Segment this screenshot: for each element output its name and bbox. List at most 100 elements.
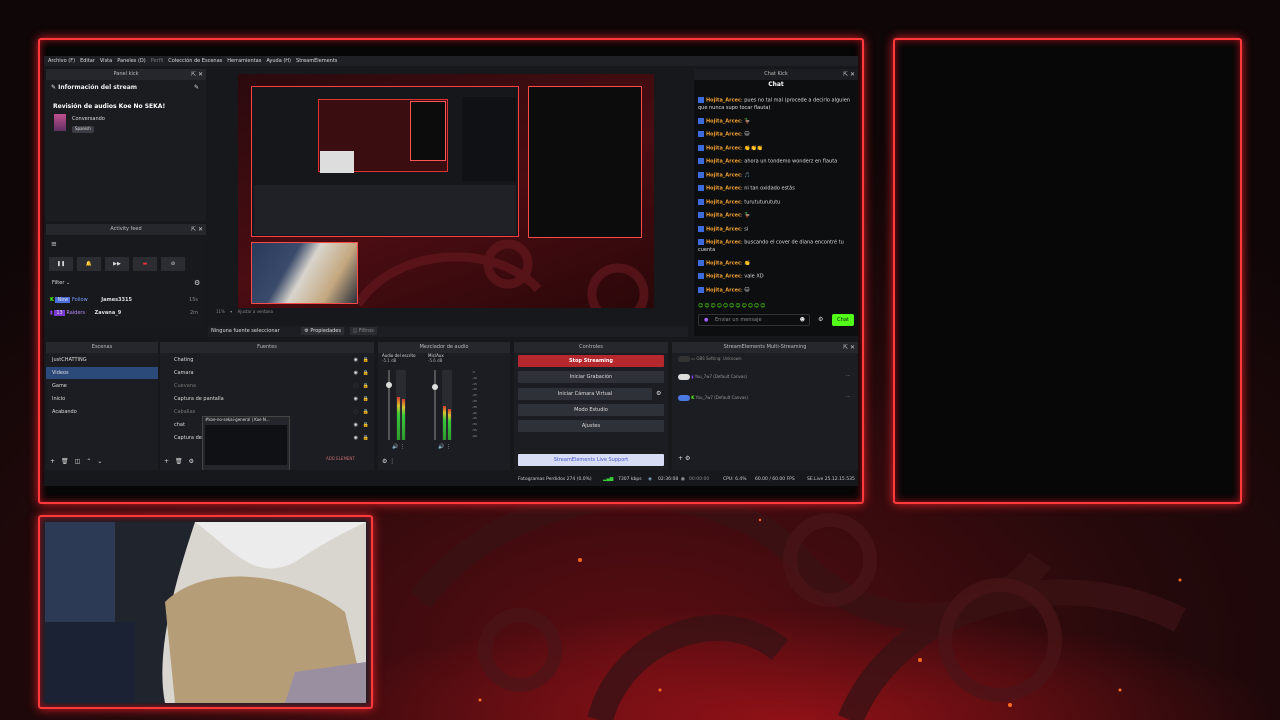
edit-icon[interactable]: ✎ [194,84,199,91]
lock-icon[interactable]: 🔒 [363,354,369,366]
right-empty-frame [893,38,1242,504]
stop-streaming-button[interactable]: Stop Streaming [518,355,664,367]
source-item[interactable]: Captura de pantalla ◉ 🔒 [160,393,374,405]
source-item[interactable]: Camara ◉ 🔒 [160,367,374,379]
scene-item[interactable]: Inicio [46,393,158,405]
chat-send-button[interactable]: Chat [832,314,854,326]
visibility-icon[interactable]: ◉ [354,419,358,431]
lock-icon[interactable]: 🔒 [363,419,369,431]
preview-canvas[interactable] [238,74,654,308]
meter-fill-right [402,399,405,440]
audio-mixer-title: Mezclador de audio [378,342,510,353]
chat-settings-icon[interactable]: ⚙ [818,316,823,323]
speaker-icon[interactable]: 🔊 ⋮ [392,444,405,450]
block-icon[interactable]: ⊘ [161,257,185,271]
panel-kick: Panel kick ⇱ ✕ ✎ Información del stream ✎… [46,69,206,221]
menu-streamelements[interactable]: StreamElements [296,56,337,66]
menu-editar[interactable]: Editar [80,56,95,66]
toggle-off[interactable] [678,374,690,380]
toggle-off[interactable] [678,356,690,362]
lock-icon[interactable]: 🔒 [363,406,369,418]
menu-paneles[interactable]: Paneles (D) [117,56,146,66]
activity-close-icon[interactable]: ⇱ ✕ [191,224,203,235]
visibility-icon[interactable]: ◉ [354,393,358,405]
filter-dropdown[interactable]: Filter ⌄ [52,280,70,286]
live-indicator-icon: ◉ [648,477,652,482]
move-up-icon[interactable]: ⌃ [86,458,91,465]
add-element-button[interactable]: ADD ELEMENT [326,456,355,461]
audio-settings-icon[interactable]: ⚙ ⋮ [382,458,395,465]
popup-title: #koe-no-sekai-general | Koe N... [205,417,270,422]
meter-scale: -5 -10 -15 -20 -25 -30 -35 -40 -45 -50 -55 -60 [472,370,486,440]
source-item[interactable]: Cuevana ◌ 🔒 [160,380,374,392]
properties-button[interactable]: ⚙ Propiedades [301,327,344,335]
mic-icon[interactable]: ● [704,315,708,326]
output-settings-icon[interactable]: ⚙ [685,455,690,462]
chat-message: Hojita_Arcec: ni tan oxidado estás [698,185,854,193]
meter-fill-left [443,406,446,440]
filters-button[interactable]: ◫ Filtros [349,327,377,335]
scene-item[interactable]: Acabando [46,406,158,418]
source-item[interactable]: Chating ◉ 🔒 [160,354,374,366]
visibility-icon[interactable]: ◌ [354,406,358,418]
pause-icon[interactable]: ❚❚ [49,257,73,271]
menu-vista[interactable]: Vista [100,56,112,66]
settings-gear-icon[interactable]: ⚙ [194,279,200,287]
visibility-icon[interactable]: ◉ [354,367,358,379]
menu-herramientas[interactable]: Herramientas [227,56,261,66]
live-support-button[interactable]: StreamElements Live Support [518,454,664,466]
lock-icon[interactable]: 🔒 [363,367,369,379]
scene-item[interactable]: Game [46,380,158,392]
bell-icon[interactable]: 🔔 [77,257,101,271]
add-source-icon[interactable]: + [164,458,169,465]
remove-source-icon[interactable]: 🗑 [175,458,183,465]
menu-archivo[interactable]: Archivo (F) [48,56,75,66]
remove-scene-icon[interactable]: 🗑 [61,458,69,465]
menu-coleccion[interactable]: Colección de Escenas [168,56,222,66]
virtual-camera-button[interactable]: Iniciar Cámara Virtual [518,388,652,400]
start-recording-button[interactable]: Iniciar Grabación [518,371,664,383]
move-down-icon[interactable]: ⌄ [97,458,102,465]
lock-icon[interactable]: 🔒 [363,393,369,405]
event-badge: 13 [54,310,65,316]
menu-ayuda[interactable]: Ayuda (H) [266,56,291,66]
more-icon[interactable]: ⋯ [846,394,850,400]
chat-input[interactable]: ● Enviar un mensaje ☻ [698,314,810,326]
visibility-icon[interactable]: ◉ [354,354,358,366]
more-icon[interactable]: ⋯ [846,373,850,379]
emoji-icon[interactable]: ☻ [800,315,805,326]
chat-message: Hojita_Arcec: pues no tal mal (procede a… [698,97,850,111]
menu-perfil[interactable]: Perfil [151,56,164,66]
virtual-camera-settings-icon[interactable]: ⚙ [656,390,661,397]
stop-alerts-icon[interactable]: ▬ [133,257,157,271]
panel-close-icon[interactable]: ⇱ ✕ [191,69,203,80]
studio-mode-button[interactable]: Modo Estudio [518,404,664,416]
nested-inner-chat [462,97,516,181]
settings-button[interactable]: Ajustes [518,420,664,432]
scale-mode[interactable]: Ajustar a ventana [237,309,273,314]
add-output-icon[interactable]: + [678,455,683,462]
audio-toolbar: ⚙ ⋮ [382,458,395,465]
lock-icon[interactable]: 🔒 [363,432,369,444]
scene-item-selected[interactable]: Videos [46,367,158,379]
multistream-close-icon[interactable]: ⇱ ✕ [843,342,855,353]
source-settings-icon[interactable]: ⚙ [189,458,194,465]
speaker-icon[interactable]: 🔊 ⋮ [438,444,451,450]
chat-header: Chat [768,81,784,88]
add-scene-icon[interactable]: + [50,458,55,465]
scene-item[interactable]: JustCHATTING [46,354,158,366]
scene-filter-icon[interactable]: ◫ [75,458,81,465]
toggle-on[interactable] [678,395,690,401]
volume-slider[interactable] [432,370,438,440]
event-time: 15s [189,297,198,303]
zoom-level[interactable]: 11% [216,309,225,314]
event-user: Zavana_9 [94,310,122,316]
chat-close-icon[interactable]: ⇱ ✕ [843,69,855,80]
menu-icon[interactable]: ≡ [51,240,57,248]
skip-icon[interactable]: ▶▶ [105,257,129,271]
visibility-icon[interactable]: ◉ [354,432,358,444]
volume-slider[interactable] [386,370,392,440]
visibility-icon[interactable]: ◌ [354,380,358,392]
lock-icon[interactable]: 🔒 [363,380,369,392]
emote-bar[interactable]: ☺☺☺☺☺☺☺☺☺☺☺ [698,303,818,311]
